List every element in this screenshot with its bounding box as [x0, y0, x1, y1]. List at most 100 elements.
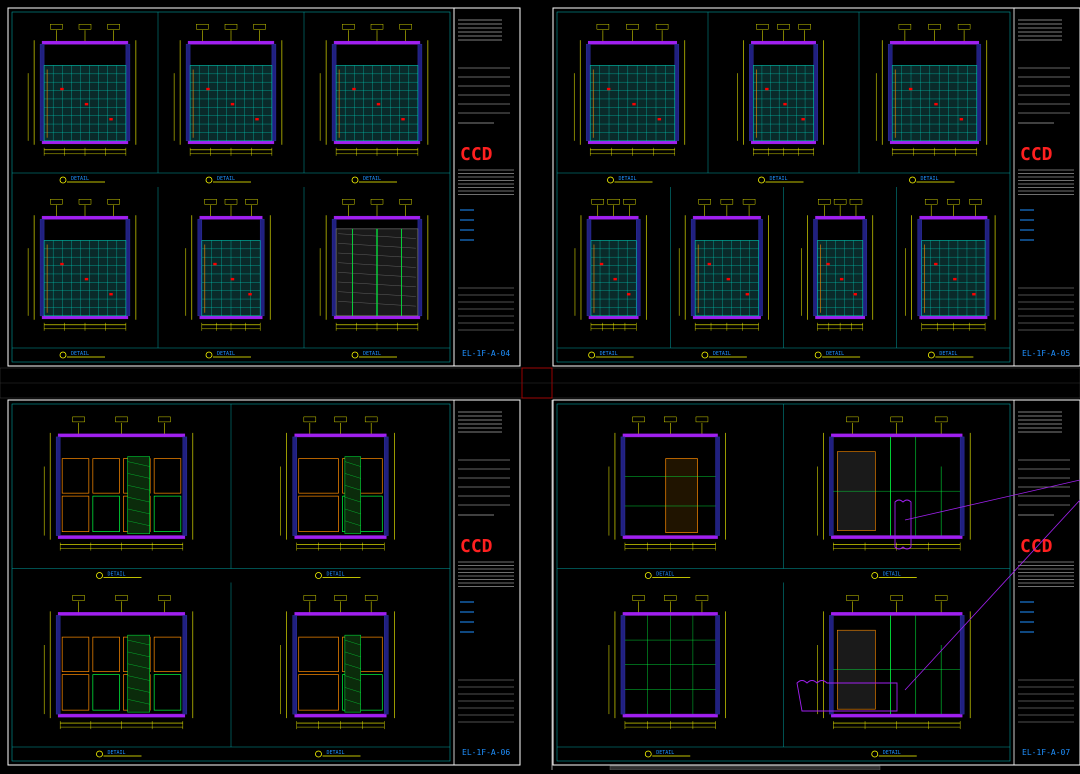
side-wall	[125, 218, 131, 317]
leader-tag	[623, 198, 636, 205]
fixture-mark	[255, 117, 259, 121]
detail-bubble	[607, 176, 614, 184]
side-wall	[749, 43, 754, 142]
drawing-sheet: CCD EL-1F-A-05 DETAIL DETAIL DETAIL DETAIL DET…	[552, 7, 1080, 367]
detail-label: DETAIL	[921, 176, 939, 182]
stone-panel	[344, 634, 361, 713]
fixture-mark	[627, 292, 631, 296]
detail-bubble	[96, 750, 103, 758]
leader-tag	[115, 416, 128, 423]
cad-sheets: CCD EL-1F-A-04 DETAIL DETAIL DETAIL DETAIL DET…	[0, 7, 1080, 771]
side-wall	[976, 43, 982, 142]
detail-bubble	[59, 176, 67, 184]
side-wall	[984, 218, 990, 317]
fixture-mark	[60, 87, 64, 91]
cabinet-door	[92, 458, 120, 494]
fixture-mark	[206, 87, 210, 91]
ceiling-line	[587, 40, 678, 45]
ceiling-line	[889, 40, 980, 45]
leader-tag	[107, 198, 120, 205]
side-wall	[620, 615, 626, 715]
stone-panel	[127, 634, 150, 713]
door-leaf	[665, 458, 698, 533]
side-wall	[715, 615, 720, 715]
leader-tag	[596, 24, 610, 30]
ceiling-line	[57, 612, 186, 616]
fixture-mark	[60, 262, 64, 266]
side-wall	[862, 218, 868, 317]
fixture-mark	[109, 292, 113, 296]
revision-cloud	[894, 499, 912, 550]
leader-tag	[890, 595, 903, 601]
fixture-mark	[726, 277, 731, 281]
ceiling-line	[187, 40, 275, 45]
cabinet-door	[153, 636, 182, 673]
detail-bubble	[814, 351, 822, 359]
fixture-mark	[613, 277, 617, 281]
fixture-mark	[230, 102, 235, 106]
leader-tag	[890, 416, 903, 423]
cabinet-door	[92, 636, 120, 673]
floor-line	[751, 140, 816, 145]
detail-label: DETAIL	[327, 572, 345, 578]
cabinet-door	[61, 674, 90, 711]
floor-line	[889, 140, 980, 145]
leader-tag	[78, 24, 92, 30]
detail-label: DETAIL	[71, 351, 89, 357]
leader-tag	[342, 198, 355, 205]
leader-tag	[224, 198, 238, 205]
fixture-mark	[632, 102, 636, 106]
leader-tag	[72, 595, 85, 601]
sheet-number: EL-1F-A-07	[1022, 748, 1070, 757]
side-wall	[829, 436, 834, 536]
detail-bubble	[205, 176, 213, 184]
floor-line	[333, 140, 421, 145]
leader-tag	[303, 595, 317, 601]
ceiling-line	[831, 433, 963, 438]
callout-leader	[904, 499, 1080, 691]
fixture-mark	[972, 292, 976, 296]
detail-label: DETAIL	[327, 750, 345, 756]
leader-tag	[969, 198, 982, 205]
detail-bubble	[644, 750, 652, 758]
leader-tag	[626, 24, 639, 30]
brand-logo: CCD	[460, 536, 493, 557]
side-wall	[182, 436, 188, 536]
cabinet-door	[92, 674, 120, 711]
side-wall	[292, 615, 297, 715]
detail-label: DETAIL	[770, 176, 788, 182]
drawing-sheet: CCD EL-1F-A-06 DETAIL DETAIL DETAIL DETAIL	[7, 399, 521, 766]
side-wall	[384, 436, 389, 536]
ceiling-line	[622, 612, 718, 616]
leader-tag	[695, 416, 709, 423]
side-wall	[585, 43, 591, 142]
leader-tag	[370, 198, 384, 205]
callout-leader	[904, 479, 1080, 521]
fixture-mark	[765, 87, 769, 91]
side-wall	[331, 218, 337, 317]
leader-tag	[818, 198, 831, 205]
cabinet-door	[153, 495, 182, 533]
leader-tag	[720, 198, 734, 205]
leader-tag	[399, 198, 412, 205]
leader-tag	[50, 198, 63, 205]
leader-tag	[655, 24, 669, 30]
detail-bubble	[351, 176, 359, 184]
detail-bubble	[909, 176, 916, 184]
side-wall	[271, 43, 277, 142]
cabinet-door	[61, 458, 90, 494]
cad-drawing-canvas[interactable]: CCD EL-1F-A-04 DETAIL DETAIL DETAIL DETAIL DET…	[0, 0, 1080, 771]
detail-bubble	[644, 572, 652, 579]
fixture-mark	[707, 262, 712, 266]
leader-tag	[664, 595, 677, 601]
leader-tag	[957, 24, 971, 30]
side-wall	[259, 218, 265, 317]
floor-line	[815, 315, 866, 320]
sheet-border	[552, 399, 1080, 766]
leader-tag	[364, 595, 378, 601]
fixture-mark	[248, 292, 252, 296]
side-wall	[758, 218, 763, 317]
side-wall	[39, 218, 45, 317]
side-wall	[182, 615, 188, 715]
fixture-mark	[606, 87, 611, 91]
